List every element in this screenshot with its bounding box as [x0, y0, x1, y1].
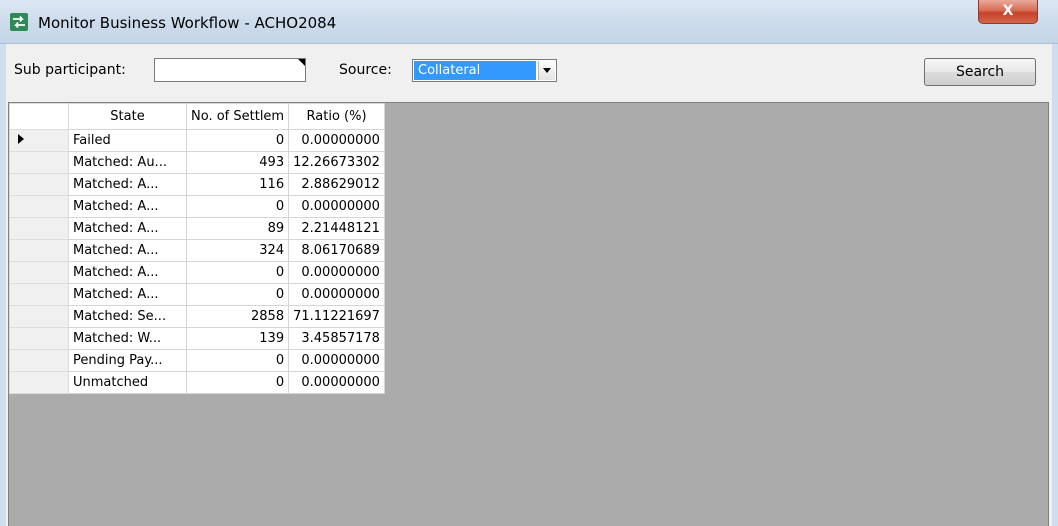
ratio-cell[interactable]: 2.21448121: [288, 217, 385, 240]
count-cell[interactable]: 139: [185, 327, 290, 350]
column-header-ratio[interactable]: Ratio (%): [288, 103, 385, 130]
ratio-cell[interactable]: 0.00000000: [288, 349, 385, 372]
results-grid[interactable]: State No. of Settlem Ratio (%) Failed 0 0.…: [8, 102, 1049, 526]
ratio-cell[interactable]: 3.45857178: [288, 327, 385, 350]
table-row[interactable]: Matched: Se... 2858 71.11221697: [9, 305, 385, 328]
column-header-count[interactable]: No. of Settlem: [185, 103, 290, 130]
title-bar[interactable]: Monitor Business Workflow - ACHO2084 X: [0, 0, 1058, 44]
state-cell[interactable]: Unmatched: [68, 371, 187, 394]
state-cell[interactable]: Matched: A...: [68, 261, 187, 284]
count-cell[interactable]: 89: [185, 217, 290, 240]
table-row[interactable]: Matched: A... 0 0.00000000: [9, 195, 385, 218]
count-cell[interactable]: 0: [185, 371, 290, 394]
ratio-cell[interactable]: 2.88629012: [288, 173, 385, 196]
row-header[interactable]: [9, 305, 69, 328]
grid-body: Failed 0 0.00000000 Matched: Au... 493 12.266…: [9, 129, 385, 394]
state-cell[interactable]: Matched: Se...: [68, 305, 187, 328]
state-cell[interactable]: Matched: Au...: [68, 151, 187, 174]
state-cell[interactable]: Matched: A...: [68, 283, 187, 306]
results-table: State No. of Settlem Ratio (%) Failed 0 0.…: [9, 103, 385, 394]
sub-participant-label: Sub participant:: [14, 62, 126, 78]
count-cell[interactable]: 2858: [185, 305, 290, 328]
state-cell[interactable]: Matched: A...: [68, 195, 187, 218]
state-cell[interactable]: Matched: A...: [68, 239, 187, 262]
ratio-cell[interactable]: 12.26673302: [288, 151, 385, 174]
table-row[interactable]: Matched: A... 0 0.00000000: [9, 283, 385, 306]
state-cell[interactable]: Matched: W...: [68, 327, 187, 350]
row-header[interactable]: [9, 195, 69, 218]
source-dropdown[interactable]: Collateral: [412, 59, 557, 82]
table-row[interactable]: Unmatched 0 0.00000000: [9, 371, 385, 394]
row-header[interactable]: [9, 239, 69, 262]
sub-participant-field[interactable]: [154, 58, 306, 82]
table-row[interactable]: Matched: Au... 493 12.26673302: [9, 151, 385, 174]
count-cell[interactable]: 0: [185, 349, 290, 372]
ratio-cell[interactable]: 0.00000000: [288, 129, 385, 152]
window-right-border: [1052, 44, 1058, 526]
ratio-cell[interactable]: 0.00000000: [288, 195, 385, 218]
table-row[interactable]: Matched: W... 139 3.45857178: [9, 327, 385, 350]
row-header[interactable]: [9, 129, 69, 152]
close-button[interactable]: X: [978, 0, 1038, 24]
count-cell[interactable]: 116: [185, 173, 290, 196]
ratio-cell[interactable]: 0.00000000: [288, 371, 385, 394]
table-row[interactable]: Matched: A... 116 2.88629012: [9, 173, 385, 196]
state-cell[interactable]: Pending Pay...: [68, 349, 187, 372]
column-header-state[interactable]: State: [68, 103, 187, 130]
count-cell[interactable]: 0: [185, 283, 290, 306]
source-label: Source:: [339, 62, 392, 78]
row-header[interactable]: [9, 261, 69, 284]
count-cell[interactable]: 0: [185, 129, 290, 152]
table-row[interactable]: Matched: A... 89 2.21448121: [9, 217, 385, 240]
table-row[interactable]: Failed 0 0.00000000: [9, 129, 385, 152]
table-row[interactable]: Matched: A... 0 0.00000000: [9, 261, 385, 284]
sync-arrows-icon: [10, 13, 28, 31]
count-cell[interactable]: 324: [185, 239, 290, 262]
row-header-corner: [9, 103, 69, 130]
window-left-border: [0, 44, 6, 526]
table-row[interactable]: Matched: A... 324 8.06170689: [9, 239, 385, 262]
ratio-cell[interactable]: 71.11221697: [288, 305, 385, 328]
current-row-arrow-icon: [18, 134, 24, 144]
count-cell[interactable]: 493: [185, 151, 290, 174]
ratio-cell[interactable]: 0.00000000: [288, 261, 385, 284]
search-button[interactable]: Search: [924, 58, 1036, 86]
row-header[interactable]: [9, 283, 69, 306]
row-header[interactable]: [9, 217, 69, 240]
chevron-down-icon[interactable]: [538, 61, 555, 80]
row-header[interactable]: [9, 173, 69, 196]
window-title: Monitor Business Workflow - ACHO2084: [38, 14, 337, 32]
state-cell[interactable]: Failed: [68, 129, 187, 152]
source-selected-value: Collateral: [414, 61, 536, 80]
ratio-cell[interactable]: 8.06170689: [288, 239, 385, 262]
row-header[interactable]: [9, 349, 69, 372]
row-header[interactable]: [9, 371, 69, 394]
row-header[interactable]: [9, 327, 69, 350]
sub-participant-input[interactable]: [155, 59, 305, 81]
state-cell[interactable]: Matched: A...: [68, 217, 187, 240]
count-cell[interactable]: 0: [185, 195, 290, 218]
row-header[interactable]: [9, 151, 69, 174]
state-cell[interactable]: Matched: A...: [68, 173, 187, 196]
table-row[interactable]: Pending Pay... 0 0.00000000: [9, 349, 385, 372]
error-marker-icon: [298, 59, 305, 66]
header-row: State No. of Settlem Ratio (%): [9, 103, 385, 130]
ratio-cell[interactable]: 0.00000000: [288, 283, 385, 306]
count-cell[interactable]: 0: [185, 261, 290, 284]
